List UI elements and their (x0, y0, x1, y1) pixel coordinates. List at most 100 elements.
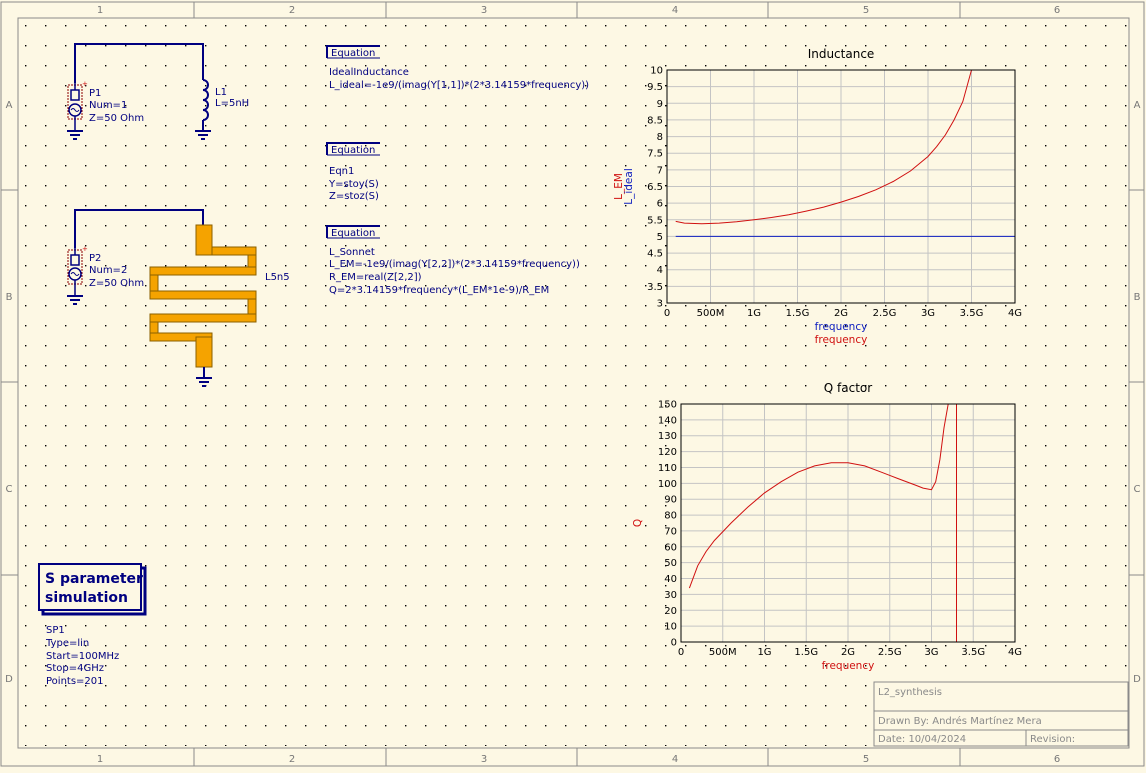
frame-col-2-bottom: 2 (289, 754, 295, 765)
schematic-canvas[interactable]: 1 2 3 4 5 6 1 2 3 4 5 6 A B C D A B C D … (0, 0, 1146, 769)
y-tick-label: 8 (657, 132, 663, 143)
x-tick-label: 1G (747, 308, 761, 319)
y-tick-label: 5 (657, 232, 663, 243)
l1-name: L1 (215, 87, 227, 98)
x-tick-label: 3.5G (961, 647, 985, 658)
x-tick-label: 0 (678, 647, 684, 658)
frame-row-c-right: C (1134, 484, 1141, 495)
frame-col-4-bottom: 4 (672, 754, 678, 765)
title-block-drawn-by: Drawn By: Andrés Martínez Mera (878, 715, 1042, 727)
equation-line: IdealInductance (329, 67, 409, 78)
x-tick-label: 500M (709, 647, 737, 658)
sim-param: SP1 (46, 625, 65, 636)
inductance-chart[interactable]: 0 500M 1G 1.5G 2G 2.5G 3G 3.5G 4G 3 3.5 4 4.5 5 5.5 6 6.… (613, 47, 1022, 346)
frame-col-1-bottom: 1 (97, 754, 103, 765)
y-tick-label: 20 (664, 606, 677, 617)
x-axis-label: frequency (815, 321, 868, 333)
y-tick-label: 7.5 (647, 149, 663, 160)
x-tick-label: 2G (834, 308, 848, 319)
frame-col-6-bottom: 6 (1054, 754, 1060, 765)
y-tick-label: 8.5 (647, 115, 663, 126)
x-axis-label: frequency (822, 660, 875, 672)
title-block-revision: Revision: (1030, 734, 1075, 745)
frame-col-3: 3 (481, 5, 487, 16)
frame-row-b: B (6, 292, 13, 303)
l1-value: L=5nH (215, 98, 249, 109)
p2-impedance: Z=50 Ohm (89, 278, 144, 289)
x-tick-label: 4G (1008, 647, 1022, 658)
title-block-name: L2_synthesis (878, 687, 942, 698)
x-tick-label: 2.5G (873, 308, 897, 319)
frame-col-5-bottom: 5 (863, 754, 869, 765)
frame-col-3-bottom: 3 (481, 754, 487, 765)
y-tick-label: 110 (658, 463, 677, 474)
schematic-window: 1 2 3 4 5 6 1 2 3 4 5 6 A B C D A B C D … (0, 0, 1146, 769)
y-tick-label: 150 (658, 400, 677, 411)
q-factor-chart[interactable]: 0 500M 1G 1.5G 2G 2.5G 3G 3.5G 4G 0 10 20 30 40 50 60 70… (632, 381, 1022, 672)
x-tick-label: 2G (841, 647, 855, 658)
y-tick-label: 0 (671, 638, 677, 649)
y-tick-label: 6.5 (647, 182, 663, 193)
equation-line: Q=2*3.14159*frequency*(L_EM*1e-9)/R_EM (329, 285, 549, 296)
x-tick-label: 500M (697, 308, 725, 319)
frame-row-a-right: A (1134, 100, 1141, 111)
sim-param: Stop=4GHz (46, 663, 104, 674)
x-tick-label: 2.5G (878, 647, 902, 658)
frame-col-4: 4 (672, 5, 678, 16)
em-name: L5n5 (265, 272, 290, 283)
x-tick-label: 1.5G (786, 308, 810, 319)
y-tick-label: 50 (664, 558, 677, 569)
y-tick-label: 120 (658, 447, 677, 458)
chart-title: Inductance (808, 47, 875, 61)
frame-col-5: 5 (863, 5, 869, 16)
y-tick-label: 10 (650, 66, 663, 77)
y-tick-label: 3 (657, 299, 663, 310)
y-tick-label: 3.5 (647, 282, 663, 293)
y-axis-label: Q (632, 519, 644, 527)
frame-col-2: 2 (289, 5, 295, 16)
sim-title-line2: simulation (45, 590, 128, 606)
x-axis-label: frequency (815, 334, 868, 346)
y-tick-label: 80 (664, 511, 677, 522)
p2-num: Num=2 (89, 265, 127, 276)
equation-header: Equation (331, 48, 375, 59)
equation-line: Y=stoy(S) (328, 179, 379, 190)
chart-title: Q factor (824, 381, 872, 395)
equation-header: Equation (331, 145, 375, 156)
p1-impedance: Z=50 Ohm (89, 113, 144, 124)
frame-row-d-right: D (1133, 674, 1141, 685)
p2-name: P2 (89, 253, 101, 264)
title-block: L2_synthesis Drawn By: Andrés Martínez M… (873, 681, 1129, 747)
equation-line: L_EM=-1e9/(imag(Y[2,2])*(2*3.14159*frequ… (329, 259, 580, 270)
sim-title-line1: S parameter (45, 571, 143, 587)
y-tick-label: 5.5 (647, 215, 663, 226)
y-tick-label: 90 (664, 495, 677, 506)
equation-line: L_Sonnet (329, 247, 375, 258)
x-tick-label: 1G (757, 647, 771, 658)
y-tick-label: 6 (657, 199, 663, 210)
x-tick-label: 1.5G (794, 647, 818, 658)
equation-header: Equation (331, 228, 375, 239)
y-tick-label: 9 (657, 99, 663, 110)
sim-param: Points=201 (46, 676, 104, 687)
y-tick-label: 100 (658, 479, 677, 490)
y-tick-label: 4 (657, 265, 663, 276)
equation-line: Eqn1 (329, 166, 354, 177)
y-tick-label: 7 (657, 165, 663, 176)
frame-row-a: A (6, 100, 13, 111)
y-tick-label: 30 (664, 590, 677, 601)
frame-col-6: 6 (1054, 5, 1060, 16)
svg-text:+: + (82, 245, 88, 253)
frame-row-d: D (5, 674, 13, 685)
frame-row-b-right: B (1134, 292, 1141, 303)
sim-param: Start=100MHz (46, 651, 119, 662)
x-tick-label: 4G (1008, 308, 1022, 319)
x-tick-label: 3.5G (960, 308, 984, 319)
x-tick-label: 3G (921, 308, 935, 319)
svg-text:+: + (82, 80, 88, 88)
y-tick-label: 10 (664, 622, 677, 633)
sim-param: Type=lin (45, 638, 89, 649)
y-tick-label: 70 (664, 526, 677, 537)
y-tick-label: 4.5 (647, 249, 663, 260)
x-tick-label: 3G (924, 647, 938, 658)
